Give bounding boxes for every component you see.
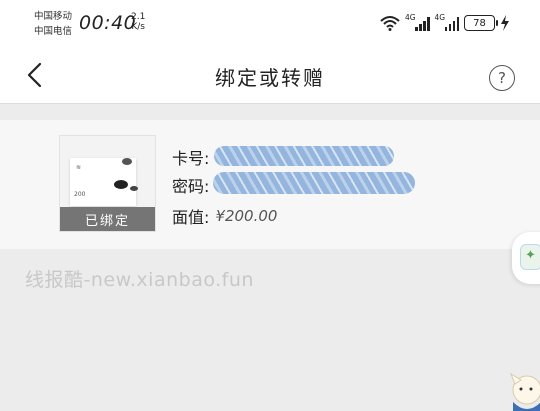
signal-1-icon: 4G [405, 13, 430, 31]
face-value: ¥200.00 [215, 207, 278, 225]
nav-bar: 绑定或转赠 ? [0, 46, 540, 104]
wifi-icon [380, 16, 400, 31]
password-label: 密码: [172, 177, 210, 196]
password-row: 密码: [172, 173, 209, 197]
carrier-1: 中国移动 [34, 11, 73, 22]
status-badge: 已绑定 [60, 207, 155, 231]
question-mark-icon: ? [498, 69, 506, 87]
status-bar: 中国移动 中国电信 00:40 2.1 K/s 4G 4G 78 [0, 0, 540, 46]
mascot-icon[interactable] [507, 372, 540, 411]
signal-1-label: 4G [405, 13, 416, 22]
net-speed-unit: K/s [131, 22, 145, 32]
card-number-row: 卡号: [172, 145, 209, 169]
page-title: 绑定或转赠 [215, 66, 325, 90]
carrier-2: 中国电信 [34, 26, 73, 37]
help-button[interactable]: ? [489, 65, 515, 91]
floating-assistant-button[interactable] [512, 232, 540, 284]
charging-icon [501, 15, 509, 31]
password-redaction [213, 172, 415, 194]
watermark: 线报酷-new.xianbao.fun [25, 269, 254, 291]
face-value-row: 面值: ¥200.00 [172, 204, 277, 228]
assistant-icon [520, 244, 540, 270]
card-logo: ≋ [76, 164, 82, 171]
battery-icon: 78 [464, 15, 498, 31]
decor-stone [130, 186, 138, 191]
card-thumb-amount: 200 [74, 191, 86, 198]
card-number-label: 卡号: [172, 149, 210, 168]
status-icons: 4G 4G 78 [380, 13, 510, 33]
carrier-info: 中国移动 中国电信 [34, 9, 72, 39]
card-thumbnail: ≋ 200 已绑定 [59, 135, 156, 232]
decor-stone [114, 180, 128, 189]
signal-2-icon: 4G [434, 13, 459, 31]
card-number-redaction [214, 146, 394, 166]
face-value-label: 面值: [172, 208, 210, 227]
decor-stone [122, 158, 132, 165]
net-speed: 2.1 K/s [131, 12, 145, 32]
net-speed-value: 2.1 [131, 12, 146, 22]
card-item[interactable]: ≋ 200 已绑定 卡号: 密码: 面值: ¥200.00 [0, 120, 540, 249]
battery-level: 78 [473, 17, 486, 29]
signal-2-label: 4G [434, 13, 446, 22]
clock: 00:40 [79, 12, 137, 34]
